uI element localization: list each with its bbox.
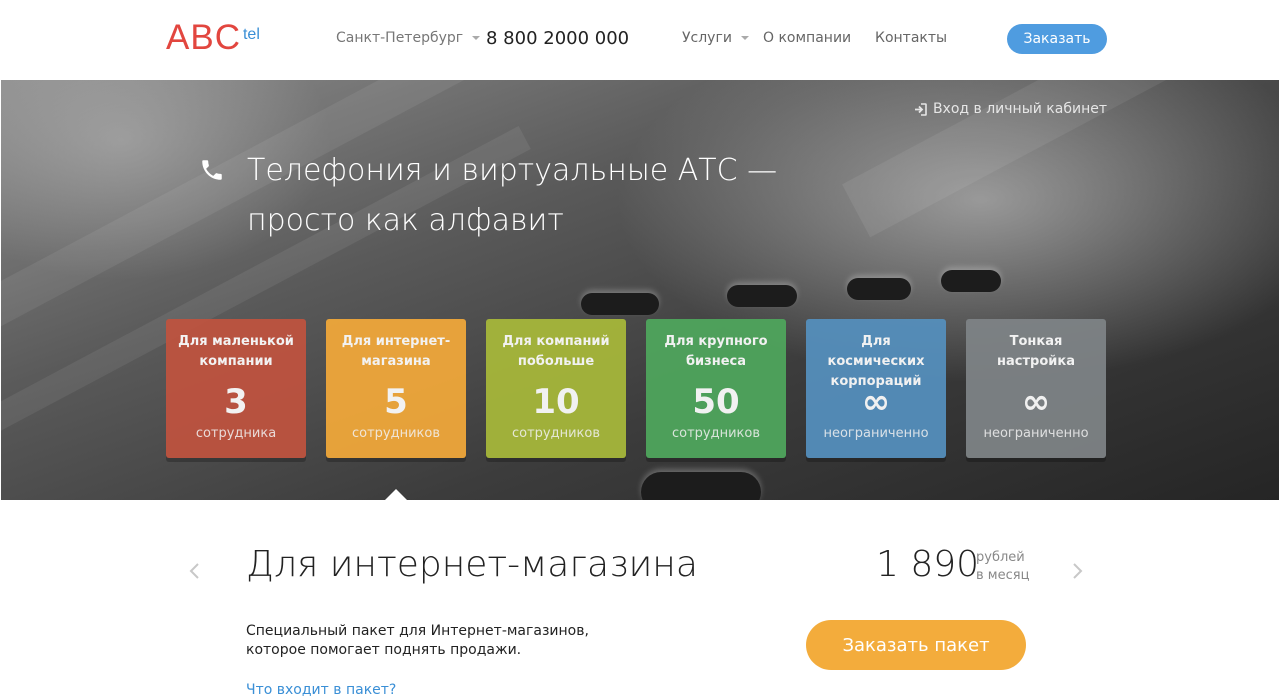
hero-decor [941, 270, 1001, 292]
package-title: Для интернет-магазина [246, 544, 698, 585]
hero-decor [641, 472, 761, 500]
login-link[interactable]: Вход в личный кабинет [914, 101, 1107, 117]
nav-item-label: Услуги [682, 30, 732, 46]
plan-card-eshop[interactable]: Для интернет-магазина 5 сотрудников [326, 319, 466, 458]
chevron-right-icon[interactable] [1070, 562, 1084, 580]
hero-title: Телефония и виртуальные АТС — просто как… [247, 146, 807, 246]
hero-title-line: просто как алфавит [247, 203, 564, 238]
plan-cards: Для маленькой компании 3 сотрудника Для … [166, 319, 1126, 458]
nav-item-services[interactable]: Услуги [682, 30, 763, 46]
nav-item-label: О компании [763, 30, 852, 46]
plan-card-value: 3 [224, 382, 248, 422]
plan-card-title: Для маленькой компании [178, 334, 294, 369]
plan-card-value: ∞ [1021, 382, 1051, 422]
header: ABC tel Санкт-Петербург 8 800 2000 000 У… [0, 0, 1280, 80]
plan-card-space[interactable]: Для космических корпораций ∞ неограничен… [806, 319, 946, 458]
plan-card-unit: сотрудников [511, 426, 601, 441]
package-description-line: Специальный пакет для Интернет-магазинов… [246, 623, 589, 639]
plan-card-unit: сотрудников [671, 426, 761, 441]
nav-item-contacts[interactable]: Контакты [875, 30, 947, 46]
plan-card-unit: неограниченно [823, 426, 929, 441]
hero-decor [847, 278, 911, 300]
plan-card-value: 50 [692, 382, 740, 422]
order-button[interactable]: Заказать [1007, 24, 1107, 54]
login-label: Вход в личный кабинет [932, 101, 1107, 117]
hero-banner: Вход в личный кабинет Телефония и виртуа… [1, 80, 1279, 500]
nav-item-label: Контакты [875, 30, 948, 46]
logo-sub-text: tel [242, 26, 260, 43]
plan-card-title: Для компаний побольше [502, 334, 610, 369]
chevron-down-icon [740, 36, 749, 40]
header-phone-number[interactable]: 8 800 2000 000 [486, 28, 629, 49]
package-price-unit: рублей в месяц [976, 549, 1029, 585]
plan-card-unit: неограниченно [983, 426, 1089, 441]
plan-card-value: ∞ [861, 382, 891, 422]
hero-decor [581, 293, 659, 315]
selected-card-pointer [385, 489, 407, 500]
plan-card-custom[interactable]: Тонкая настройка ∞ неограниченно [966, 319, 1106, 458]
plan-card-title: Для крупного бизнеса [664, 334, 768, 369]
package-price: 1 890 [876, 544, 980, 585]
price-unit-line: рублей [976, 550, 1025, 565]
login-icon [914, 102, 927, 116]
hero-decor [727, 285, 797, 307]
chevron-down-icon [472, 36, 481, 40]
whats-included-link[interactable]: Что входит в пакет? [246, 682, 396, 698]
plan-card-bigger[interactable]: Для компаний побольше 10 сотрудников [486, 319, 626, 458]
plan-card-title: Для интернет-магазина [341, 334, 451, 369]
city-label: Санкт-Петербург [336, 30, 464, 46]
price-unit-line: в месяц [976, 568, 1030, 583]
plan-card-large[interactable]: Для крупного бизнеса 50 сотрудников [646, 319, 786, 458]
plan-card-unit: сотрудника [195, 426, 277, 441]
order-package-button[interactable]: Заказать пакет [806, 620, 1026, 670]
package-description: Специальный пакет для Интернет-магазинов… [246, 622, 606, 660]
plan-card-value: 5 [384, 382, 408, 422]
main-nav: Услуги О компании Контакты [682, 30, 947, 46]
plan-card-title: Тонкая настройка [997, 334, 1075, 369]
logo[interactable]: ABC tel [166, 18, 260, 58]
hero-title-line: Телефония и виртуальные АТС — [247, 153, 778, 188]
chevron-left-icon[interactable] [188, 562, 202, 580]
phone-icon [202, 160, 222, 180]
plan-card-unit: сотрудников [351, 426, 441, 441]
package-description-line: которое помогает поднять продажи. [246, 642, 522, 658]
city-selector[interactable]: Санкт-Петербург [336, 30, 481, 46]
plan-card-value: 10 [532, 382, 580, 422]
logo-main-text: ABC [166, 18, 241, 57]
nav-item-about[interactable]: О компании [763, 30, 875, 46]
plan-card-small[interactable]: Для маленькой компании 3 сотрудника [166, 319, 306, 458]
